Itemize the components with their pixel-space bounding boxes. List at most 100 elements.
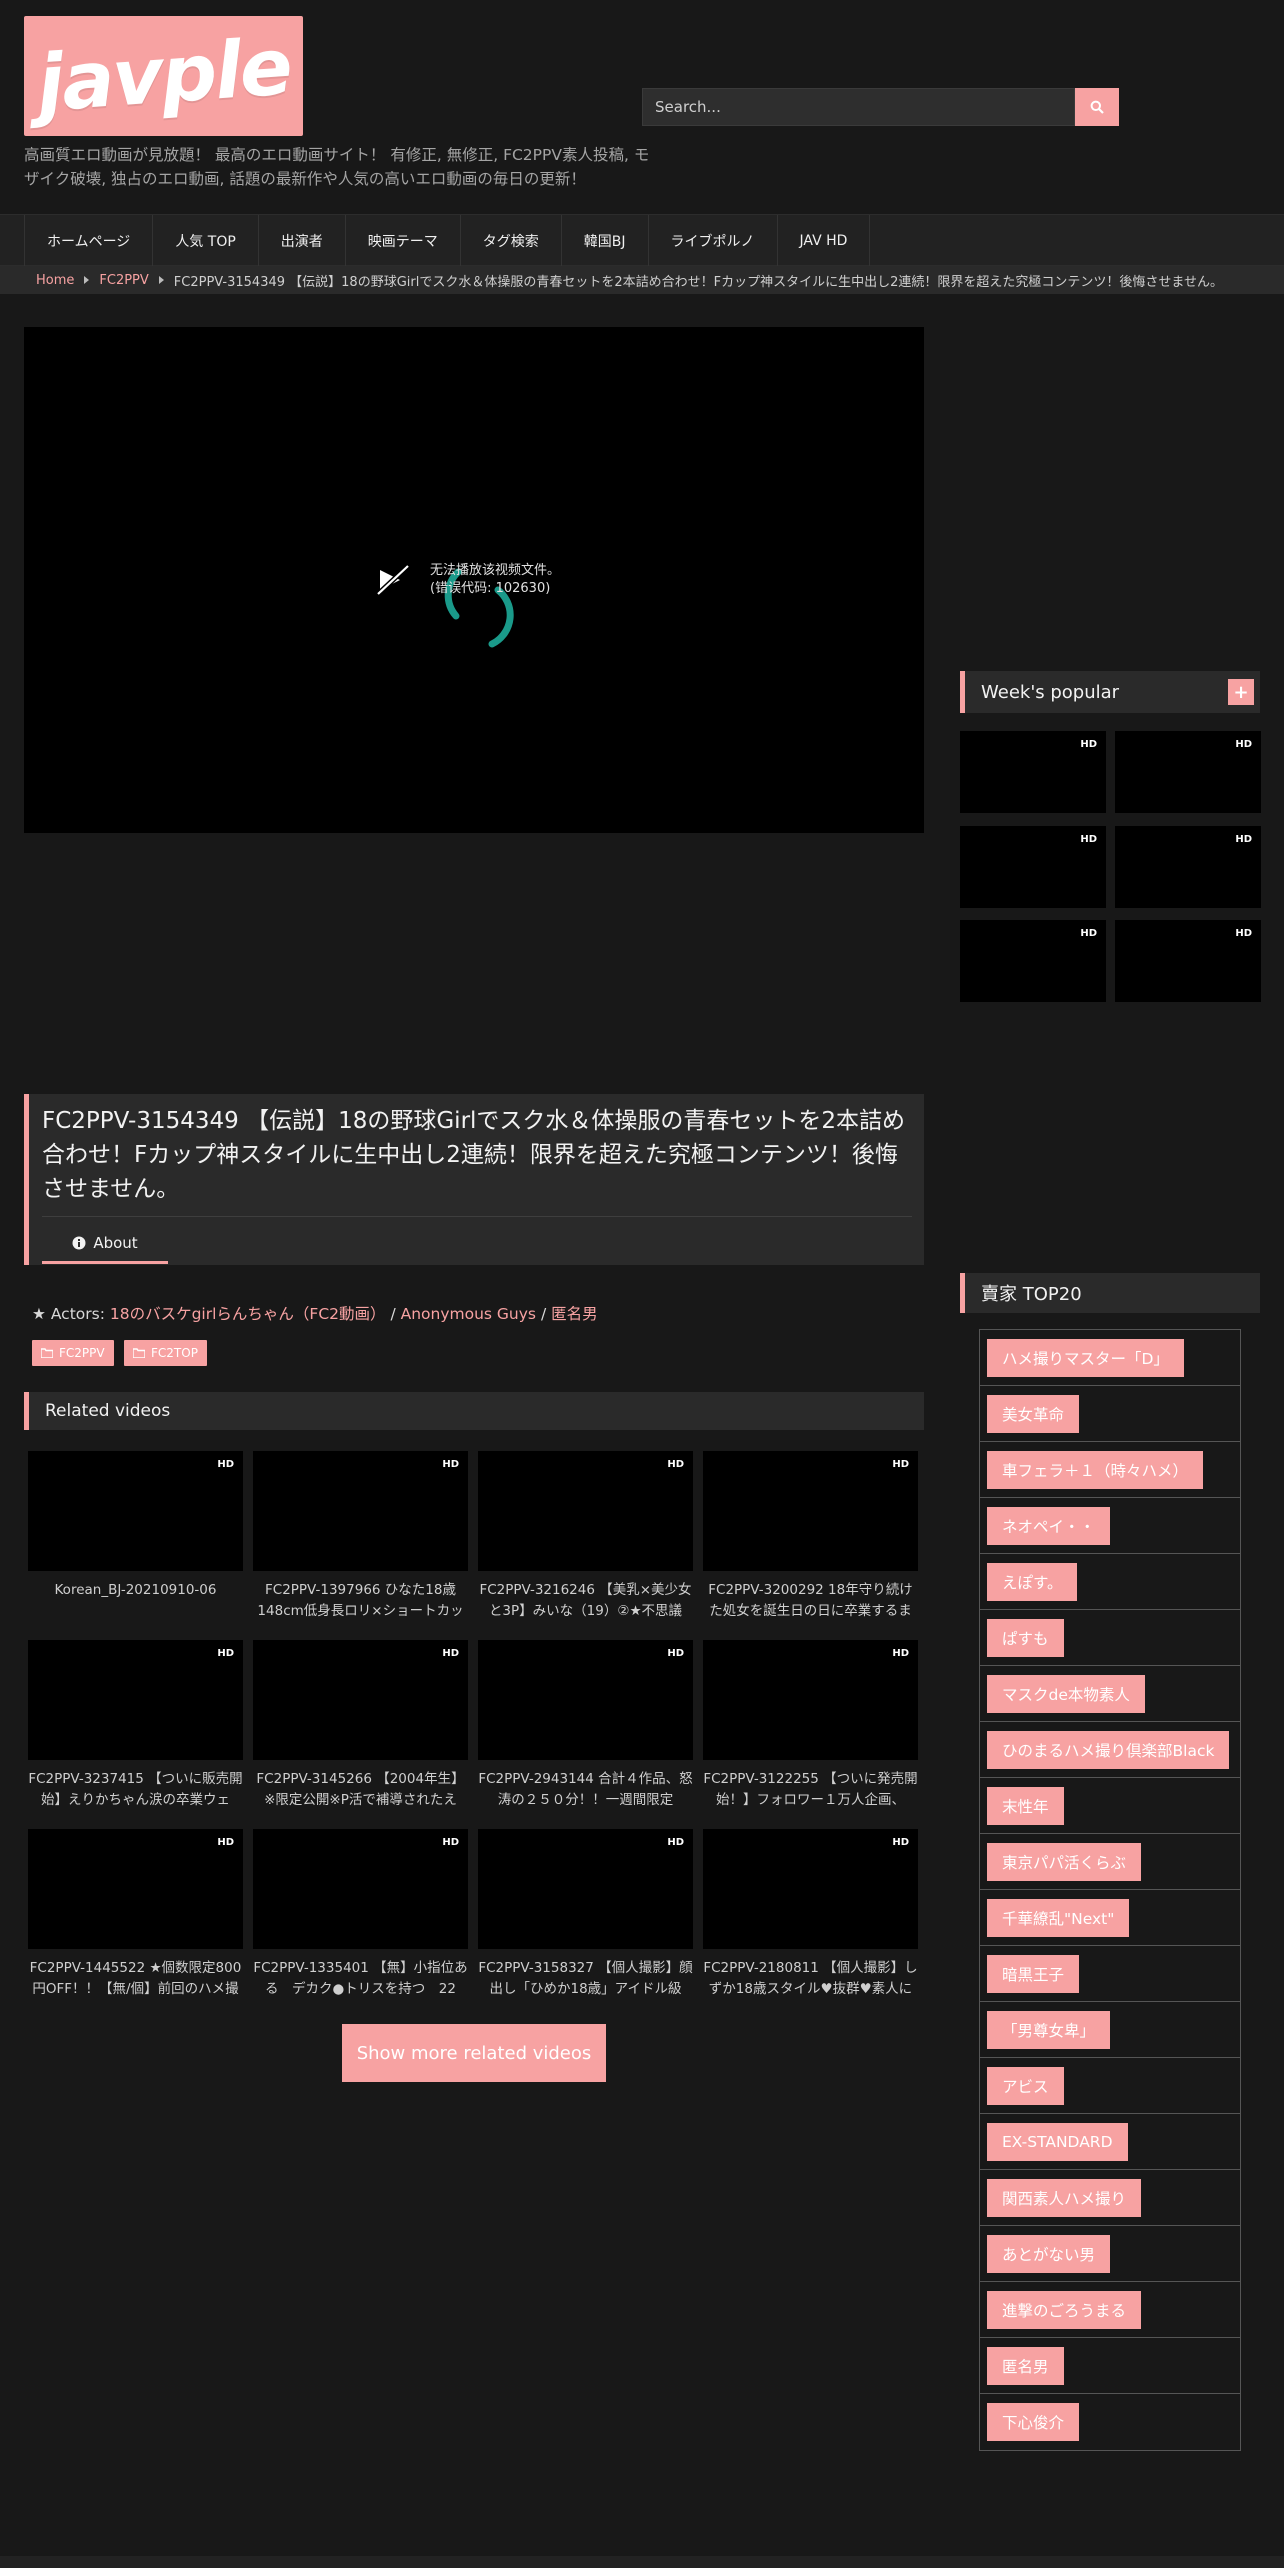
related-video-thumbnail[interactable]: HD: [28, 1829, 243, 1949]
main-nav: ホームページ 人気 TOP 出演者 映画テーマ タグ検索 韓国BJ ライブポルノ…: [0, 214, 1284, 267]
seller-button[interactable]: あとがない男: [987, 2234, 1111, 2273]
search-input[interactable]: Search...: [642, 88, 1075, 126]
hd-badge: HD: [442, 1837, 459, 1848]
search-button[interactable]: [1075, 88, 1119, 126]
popular-video-thumbnail[interactable]: HD: [1115, 920, 1261, 1002]
related-video-thumbnail[interactable]: HD: [703, 1829, 918, 1949]
title-divider: [42, 1216, 912, 1217]
seller-button[interactable]: EX-STANDARD: [987, 2122, 1128, 2161]
related-video-title[interactable]: FC2PPV-2180811 【個人撮影】しずか18歳スタイル♥抜群♥素人に: [703, 1958, 918, 2000]
popular-video-thumbnail[interactable]: HD: [960, 826, 1106, 908]
hd-badge: HD: [667, 1459, 684, 1470]
logo-text: javple: [33, 22, 294, 130]
show-more-related-button[interactable]: Show more related videos: [342, 2024, 606, 2082]
related-video-title[interactable]: FC2PPV-1445522 ★個数限定800円OFF！！【無/個】前回のハメ撮: [28, 1958, 243, 2000]
top20-row: 末性年: [980, 1778, 1240, 1834]
expand-plus-button[interactable]: +: [1228, 679, 1254, 705]
hd-badge: HD: [1080, 739, 1097, 750]
related-video-title[interactable]: FC2PPV-3200292 18年守り続けた処女を誕生日の日に卒業するま: [703, 1580, 918, 1622]
hd-badge: HD: [1080, 834, 1097, 845]
hd-badge: HD: [217, 1459, 234, 1470]
actor-link[interactable]: 18のバスケgirlらんちゃん（FC2動画）: [110, 1305, 386, 1323]
related-video-thumbnail[interactable]: HD: [253, 1451, 468, 1571]
seller-button[interactable]: 下心俊介: [987, 2403, 1080, 2441]
related-video-title[interactable]: FC2PPV-1397966 ひなた18歳 148cm低身長ロリ×ショートカット: [253, 1580, 468, 1622]
nav-live[interactable]: ライブポルノ: [649, 215, 778, 267]
popular-video-thumbnail[interactable]: HD: [960, 920, 1106, 1002]
site-logo[interactable]: javple: [24, 16, 303, 136]
seller-button[interactable]: 暗黒王子: [987, 1954, 1080, 1993]
seller-button[interactable]: 匿名男: [987, 2346, 1064, 2385]
related-video-title[interactable]: FC2PPV-3237415 【ついに販売開始】えりかちゃん涙の卒業ウェ: [28, 1769, 243, 1811]
related-video-thumbnail[interactable]: HD: [28, 1640, 243, 1760]
top20-row: 関西素人ハメ撮り: [980, 2170, 1240, 2226]
related-video-thumbnail[interactable]: HD: [703, 1640, 918, 1760]
breadcrumb-home[interactable]: Home: [36, 273, 74, 288]
top20-row: ひのまるハメ撮り倶楽部Black: [980, 1722, 1240, 1778]
tab-about[interactable]: About: [42, 1224, 168, 1264]
related-video-thumbnail[interactable]: HD: [478, 1451, 693, 1571]
seller-button[interactable]: 美女革命: [987, 1394, 1080, 1433]
seller-button[interactable]: ぱすも: [987, 1618, 1064, 1657]
nav-popular-top[interactable]: 人気 TOP: [153, 215, 259, 267]
top20-heading: 賣家 TOP20: [960, 1273, 1260, 1313]
actor-separator: /: [385, 1305, 401, 1323]
related-video-title[interactable]: FC2PPV-2943144 合計４作品、怒涛の２５０分！！一週間限定: [478, 1769, 693, 1811]
nav-movie-themes[interactable]: 映画テーマ: [346, 215, 461, 267]
nav-jav-hd[interactable]: JAV HD: [778, 215, 871, 267]
top20-row: 下心俊介: [980, 2394, 1240, 2450]
hd-badge: HD: [1235, 928, 1252, 939]
related-video-thumbnail[interactable]: HD: [28, 1451, 243, 1571]
weeks-popular-heading: Week's popular +: [960, 671, 1260, 713]
related-video-thumbnail[interactable]: HD: [478, 1829, 693, 1949]
popular-video-thumbnail[interactable]: HD: [1115, 826, 1261, 908]
seller-button[interactable]: アビス: [987, 2066, 1064, 2105]
category-tag[interactable]: FC2PPV: [32, 1340, 114, 1366]
seller-button[interactable]: 末性年: [987, 1786, 1064, 1825]
nav-home[interactable]: ホームページ: [24, 215, 154, 267]
breadcrumb-arrow-icon: [158, 276, 164, 284]
nav-korean-bj[interactable]: 韓国BJ: [562, 215, 649, 267]
player-error-line2: (错误代码: 102630): [430, 581, 551, 596]
seller-button[interactable]: 「男尊女卑」: [987, 2010, 1111, 2049]
seller-button[interactable]: 東京パパ活くらぶ: [987, 1842, 1142, 1881]
seller-button[interactable]: ひのまるハメ撮り倶楽部Black: [987, 1730, 1230, 1769]
player-error-line1: 无法播放该视频文件。: [430, 563, 561, 578]
breadcrumb-category[interactable]: FC2PPV: [99, 273, 148, 288]
seller-button[interactable]: 進撃のごろうまる: [987, 2290, 1142, 2329]
related-video-thumbnail[interactable]: HD: [253, 1640, 468, 1760]
popular-video-thumbnail[interactable]: HD: [1115, 731, 1261, 813]
actor-link[interactable]: 匿名男: [551, 1305, 598, 1323]
popular-video-thumbnail[interactable]: HD: [960, 731, 1106, 813]
related-video-title[interactable]: FC2PPV-3145266 【2004年生】※限定公開※P活で補導されたえ: [253, 1769, 468, 1811]
breadcrumb: Home FC2PPV FC2PPV-3154349 【伝説】18の野球Girl…: [0, 266, 1284, 294]
related-video-title[interactable]: Korean_BJ-20210910-06: [28, 1580, 243, 1622]
related-video-thumbnail[interactable]: HD: [478, 1640, 693, 1760]
nav-performers[interactable]: 出演者: [259, 215, 346, 267]
seller-button[interactable]: 千華繚乱"Next": [987, 1898, 1130, 1937]
top20-row: 匿名男: [980, 2338, 1240, 2394]
top20-row: ハメ撮りマスター「D」: [980, 1330, 1240, 1386]
top20-row: 暗黒王子: [980, 1946, 1240, 2002]
seller-button[interactable]: マスクde本物素人: [987, 1674, 1145, 1713]
related-video-title[interactable]: FC2PPV-3158327 【個人撮影】顔出し「ひめか18歳」アイドル級: [478, 1958, 693, 2000]
nav-tag-search[interactable]: タグ検索: [461, 215, 562, 267]
seller-button[interactable]: ハメ撮りマスター「D」: [987, 1338, 1184, 1377]
category-tag[interactable]: FC2TOP: [124, 1340, 207, 1366]
related-video-title[interactable]: FC2PPV-1335401 【無】小指位ある デカク●トリスを持つ 22: [253, 1958, 468, 2000]
related-video-title[interactable]: FC2PPV-3122255 【ついに発売開始！】フォロワー１万人企画、: [703, 1769, 918, 1811]
seller-button[interactable]: 関西素人ハメ撮り: [987, 2178, 1142, 2217]
related-video-thumbnail[interactable]: HD: [703, 1451, 918, 1571]
hd-badge: HD: [217, 1648, 234, 1659]
seller-button[interactable]: 車フェラ＋１（時々ハメ）: [987, 1450, 1204, 1489]
breadcrumb-arrow-icon: [84, 276, 90, 284]
breadcrumb-current: FC2PPV-3154349 【伝説】18の野球Girlでスク水＆体操服の青春セ…: [173, 274, 1223, 290]
top20-title: 賣家 TOP20: [981, 1284, 1082, 1305]
hd-badge: HD: [1235, 739, 1252, 750]
related-video-thumbnail[interactable]: HD: [253, 1829, 468, 1949]
related-video-title[interactable]: FC2PPV-3216246 【美乳×美少女と3P】みいな（19）②★不思議: [478, 1580, 693, 1622]
seller-button[interactable]: ネオペイ・・: [987, 1506, 1111, 1545]
top20-row: ネオペイ・・: [980, 1498, 1240, 1554]
seller-button[interactable]: えぽす。: [987, 1562, 1078, 1601]
actor-link[interactable]: Anonymous Guys: [401, 1305, 536, 1323]
